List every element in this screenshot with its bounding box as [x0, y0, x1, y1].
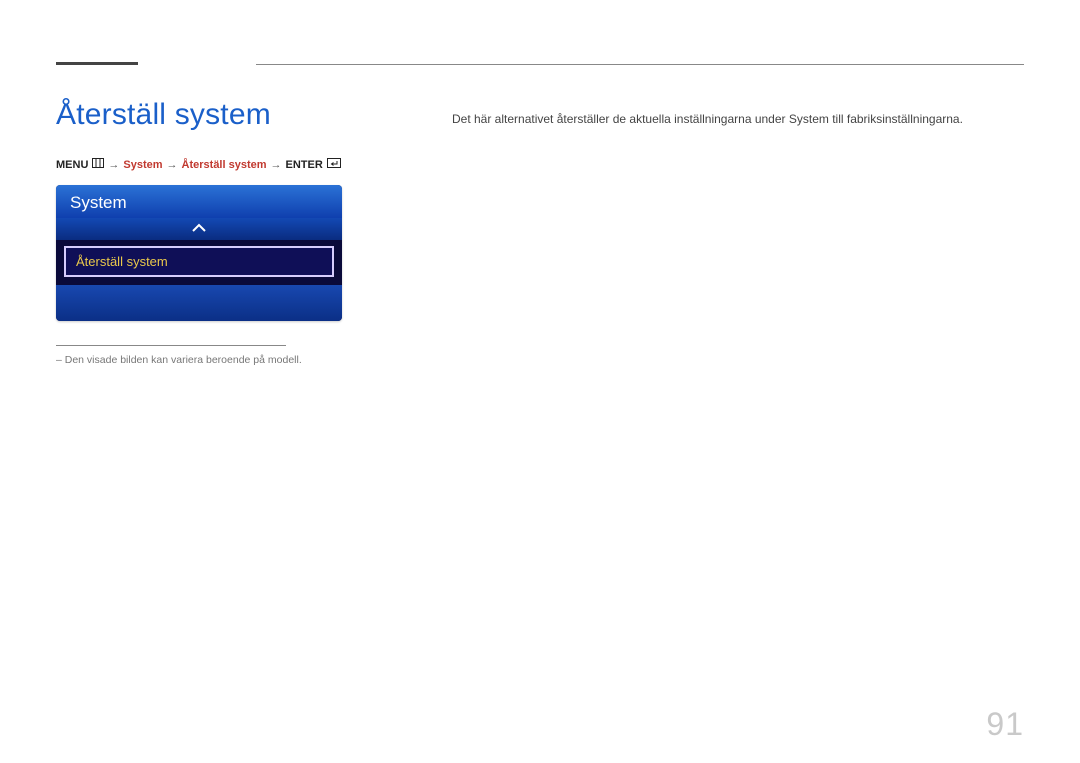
chevron-up-icon [191, 220, 207, 238]
top-rule-group [56, 62, 1024, 70]
osd-panel: System Återställ system [56, 185, 342, 321]
enter-icon [327, 158, 341, 171]
page-number: 91 [986, 706, 1024, 743]
osd-header: System [56, 185, 342, 218]
arrow-icon: → [108, 159, 119, 171]
breadcrumb-system: System [123, 159, 162, 171]
arrow-icon: → [167, 159, 178, 171]
breadcrumb: MENU → System → Återställ system → ENTER [56, 158, 396, 171]
page-title: Återställ system [56, 98, 396, 132]
breadcrumb-reset: Återställ system [182, 159, 267, 171]
osd-selected-item[interactable]: Återställ system [64, 246, 334, 277]
osd-footer [56, 285, 342, 321]
thick-rule [56, 62, 138, 65]
description-text: Det här alternativet återställer de aktu… [452, 112, 1024, 126]
arrow-icon: → [271, 159, 282, 171]
breadcrumb-menu: MENU [56, 159, 88, 171]
menu-icon [92, 158, 104, 171]
osd-scroll-up[interactable] [56, 218, 342, 240]
thin-rule [256, 64, 1024, 65]
note-rule [56, 345, 286, 346]
osd-selected-wrap: Återställ system [56, 240, 342, 285]
breadcrumb-enter: ENTER [286, 159, 323, 171]
note-text: – Den visade bilden kan variera beroende… [56, 354, 396, 366]
